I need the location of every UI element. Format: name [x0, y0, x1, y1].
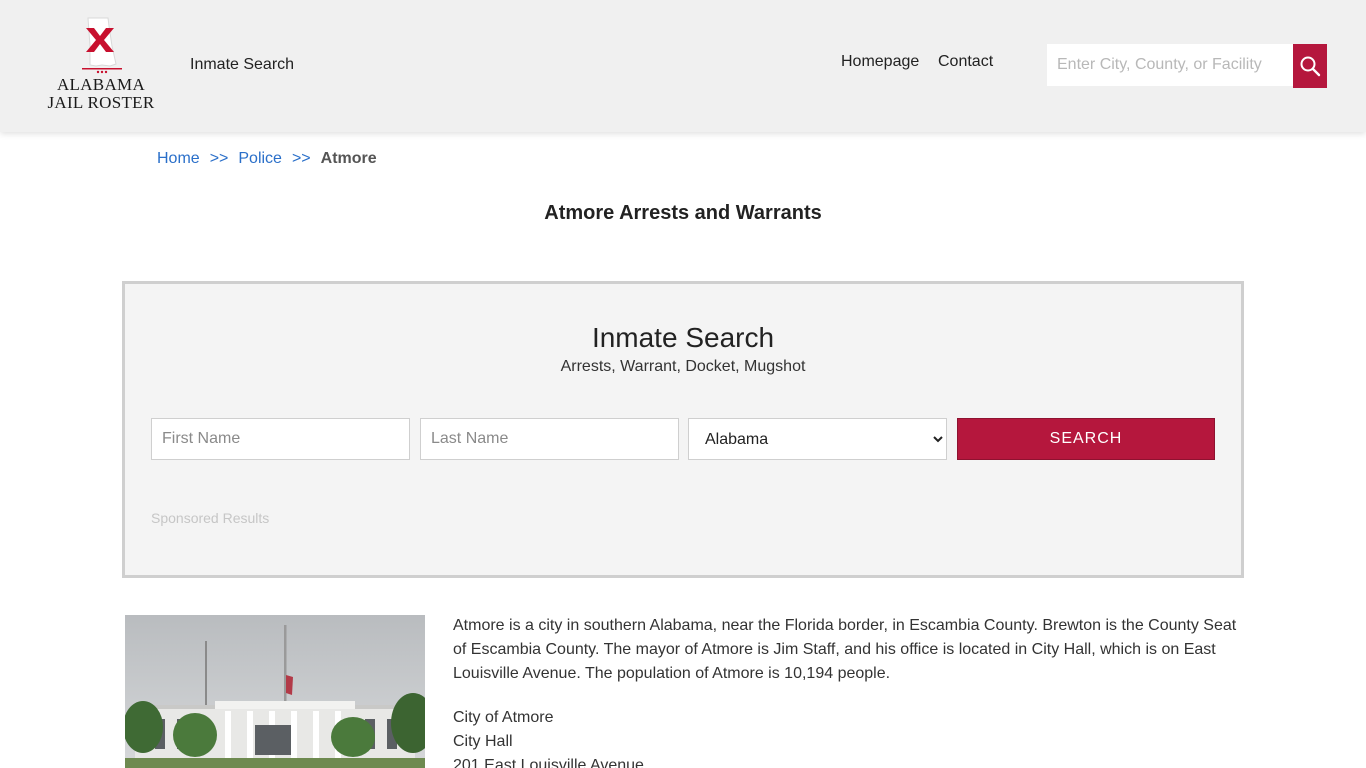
header-search-button[interactable]	[1293, 44, 1327, 88]
address-line: City of Atmore	[453, 709, 554, 726]
last-name-input[interactable]	[420, 418, 679, 460]
breadcrumb: Home >> Police >> Atmore	[157, 150, 377, 168]
logo-line2: JAIL ROSTER	[47, 93, 155, 112]
inmate-search-panel: Inmate Search Arrests, Warrant, Docket, …	[122, 281, 1244, 578]
nav-inmate-search[interactable]: Inmate Search	[190, 56, 294, 74]
site-logo[interactable]: ALABAMA JAIL ROSTER	[46, 16, 158, 116]
address-line: City Hall	[453, 733, 513, 750]
city-description: Atmore is a city in southern Alabama, ne…	[453, 614, 1243, 768]
address-block: City of Atmore City Hall 201 East Louisv…	[453, 706, 1243, 768]
city-hall-photo	[125, 615, 425, 768]
sponsored-results-label: Sponsored Results	[151, 510, 270, 526]
breadcrumb-separator: >>	[291, 150, 311, 167]
address-line: 201 East Louisville Avenue	[453, 757, 644, 768]
inmate-search-button[interactable]: SEARCH	[957, 418, 1215, 460]
page-title: Atmore Arrests and Warrants	[544, 202, 822, 224]
first-name-input[interactable]	[151, 418, 410, 460]
panel-subtitle: Arrests, Warrant, Docket, Mugshot	[560, 358, 806, 375]
logo-line1: ALABAMA	[56, 75, 146, 94]
breadcrumb-home[interactable]: Home	[157, 150, 200, 167]
breadcrumb-current: Atmore	[320, 150, 377, 167]
intro-paragraph: Atmore is a city in southern Alabama, ne…	[453, 617, 1237, 682]
logo-text: ALABAMA JAIL ROSTER	[46, 76, 156, 112]
breadcrumb-separator: >>	[209, 150, 229, 167]
breadcrumb-police[interactable]: Police	[238, 150, 282, 167]
alabama-flag-logo-icon	[82, 17, 122, 74]
panel-title: Inmate Search	[591, 322, 775, 353]
nav-homepage[interactable]: Homepage	[841, 53, 919, 71]
city-hall-image-icon	[125, 615, 425, 768]
site-header: ALABAMA JAIL ROSTER Inmate Search Homepa…	[0, 0, 1366, 132]
state-select[interactable]: Alabama	[688, 418, 947, 460]
facility-search-input[interactable]	[1047, 44, 1293, 86]
nav-contact[interactable]: Contact	[938, 53, 993, 71]
magnifier-icon	[1300, 56, 1321, 77]
